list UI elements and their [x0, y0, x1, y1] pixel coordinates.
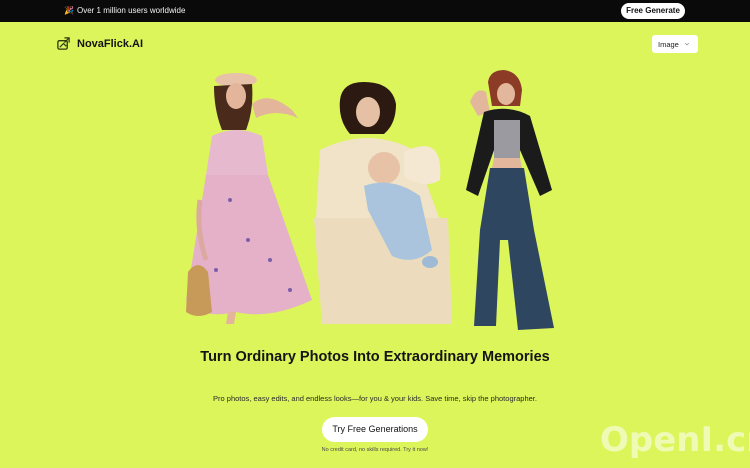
logo[interactable]: NovaFlick.AI — [56, 36, 143, 51]
chevron-down-icon — [684, 42, 689, 46]
woman-pink-dress-image — [186, 73, 312, 324]
announcement-bar: 🎉 Over 1 million users worldwide Free Ge… — [0, 0, 750, 22]
announcement-text: Over 1 million users worldwide — [76, 6, 186, 15]
logo-icon — [57, 37, 70, 50]
brand-name: NovaFlick.AI — [77, 37, 144, 50]
announcement: 🎉 Over 1 million users worldwide — [64, 5, 185, 17]
woman-leather-jacket-image — [466, 70, 554, 330]
free-generate-button[interactable]: Free Generate — [621, 3, 685, 19]
select-value: Image — [658, 39, 679, 49]
party-popper-icon: 🎉 — [64, 6, 74, 15]
hero-subtitle: Pro photos, easy edits, and endless look… — [213, 394, 537, 403]
try-free-generations-button[interactable]: Try Free Generations — [322, 417, 428, 442]
watermark: OpenI.cn — [600, 420, 750, 460]
hero-headline: Turn Ordinary Photos Into Extraordinary … — [200, 349, 550, 365]
mother-and-baby-image — [314, 82, 452, 324]
media-type-select[interactable]: Image — [652, 35, 698, 53]
